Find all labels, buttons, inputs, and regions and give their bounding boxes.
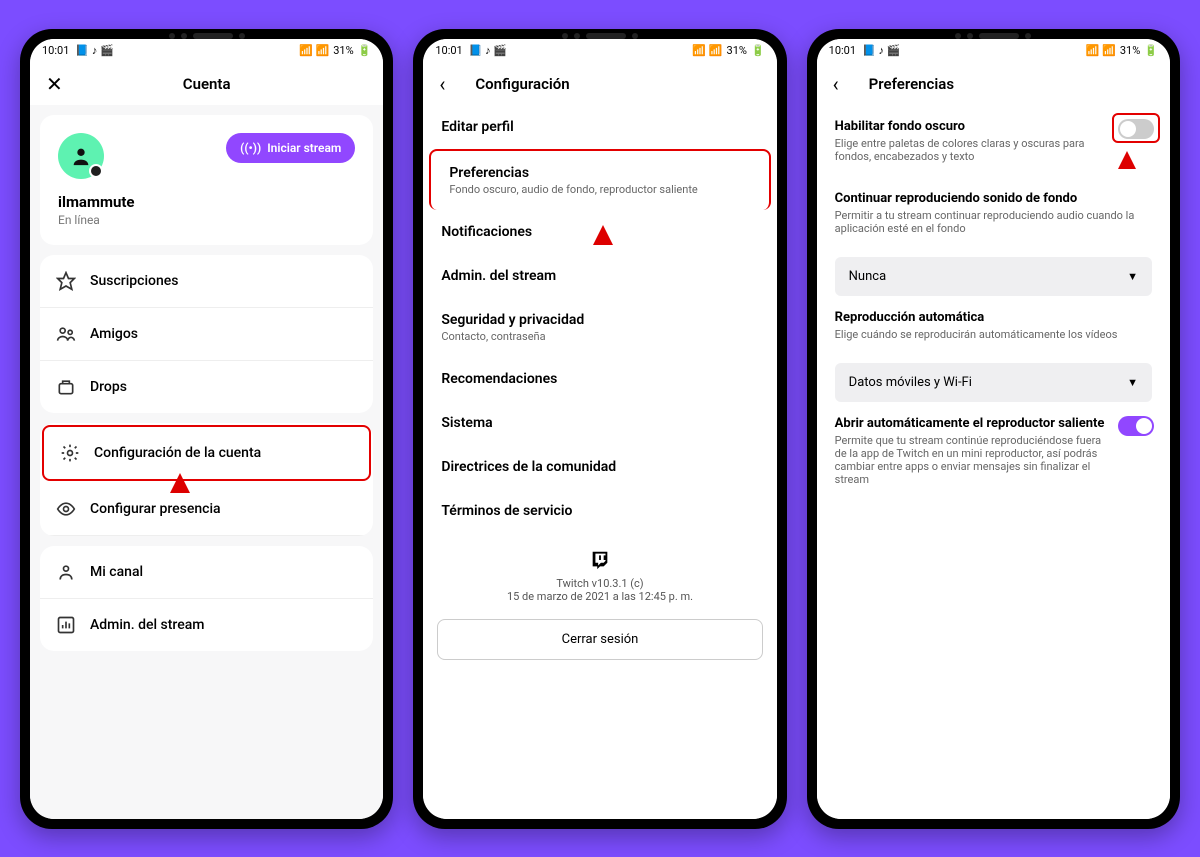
drops-icon — [56, 377, 76, 397]
page-title: Configuración — [475, 75, 569, 93]
header: ‹ Preferencias — [817, 63, 1170, 105]
statusbar: 10:01📘 ♪ 🎬 📶 📶31%🔋 — [423, 39, 776, 63]
status: En línea — [58, 213, 355, 227]
logout-button[interactable]: Cerrar sesión — [437, 619, 762, 660]
menu-group-c: Mi canal Admin. del stream — [40, 546, 373, 651]
cfg-system[interactable]: Sistema — [423, 401, 776, 445]
start-stream-button[interactable]: ((•)) Iniciar stream — [226, 133, 355, 163]
username: ilmammute — [58, 193, 355, 211]
header: ‹ Configuración — [423, 63, 776, 105]
close-icon[interactable]: ✕ — [46, 72, 63, 96]
chevron-down-icon: ▼ — [1127, 270, 1138, 283]
cfg-preferences[interactable]: Preferencias Fondo oscuro, audio de fond… — [429, 149, 770, 210]
back-icon[interactable]: ‹ — [439, 72, 445, 96]
pref-pip: Abrir automáticamente el reproductor sal… — [817, 402, 1170, 500]
page-title: Preferencias — [869, 75, 954, 93]
twitch-icon — [589, 549, 611, 571]
cfg-community-guidelines[interactable]: Directrices de la comunidad — [423, 445, 776, 489]
annotation-highlight — [1112, 113, 1160, 143]
menu-account-settings[interactable]: Configuración de la cuenta — [42, 425, 371, 481]
broadcast-icon: ((•)) — [240, 141, 261, 155]
header: ✕ Cuenta — [30, 63, 383, 105]
autoplay-select[interactable]: Datos móviles y Wi-Fi ▼ — [835, 363, 1152, 402]
person-icon — [56, 562, 76, 582]
chevron-down-icon: ▼ — [1127, 376, 1138, 389]
menu-drops[interactable]: Drops — [40, 361, 373, 413]
cfg-notifications[interactable]: Notificaciones — [423, 210, 776, 254]
avatar[interactable] — [58, 133, 104, 179]
pref-bg-audio: Continuar reproduciendo sonido de fondo … — [817, 177, 1170, 249]
profile-card: ((•)) Iniciar stream ilmammute En línea — [40, 115, 373, 245]
menu-friends[interactable]: Amigos — [40, 308, 373, 361]
footer-version: Twitch v10.3.1 (c) 15 de marzo de 2021 a… — [423, 533, 776, 619]
cfg-security[interactable]: Seguridad y privacidad Contacto, contras… — [423, 298, 776, 357]
back-icon[interactable]: ‹ — [833, 72, 839, 96]
menu-subscriptions[interactable]: Suscripciones — [40, 255, 373, 308]
page-title: Cuenta — [183, 75, 231, 93]
phone-config: 10:01📘 ♪ 🎬 📶 📶31%🔋 ‹ Configuración Edita… — [413, 29, 786, 829]
statusbar: 10:01📘 ♪ 🎬 📶 📶31%🔋 — [817, 39, 1170, 63]
phone-preferences: 10:01📘 ♪ 🎬 📶 📶31%🔋 ‹ Preferencias Habili… — [807, 29, 1180, 829]
cfg-edit-profile[interactable]: Editar perfil — [423, 105, 776, 149]
friends-icon — [56, 324, 76, 344]
menu-presence[interactable]: Configurar presencia — [40, 483, 373, 536]
cfg-tos[interactable]: Términos de servicio — [423, 489, 776, 533]
cfg-recommendations[interactable]: Recomendaciones — [423, 357, 776, 401]
cfg-stream-admin[interactable]: Admin. del stream — [423, 254, 776, 298]
star-icon — [56, 271, 76, 291]
pip-toggle[interactable] — [1118, 416, 1154, 436]
menu-group-a: Suscripciones Amigos Drops — [40, 255, 373, 413]
dashboard-icon — [56, 615, 76, 635]
pref-autoplay: Reproducción automática Elige cuándo se … — [817, 296, 1170, 355]
statusbar: 10:01📘 ♪ 🎬 📶 📶31%🔋 — [30, 39, 383, 63]
bg-audio-select[interactable]: Nunca ▼ — [835, 257, 1152, 296]
eye-icon — [56, 499, 76, 519]
menu-group-b: Configuración de la cuenta Configurar pr… — [40, 423, 373, 536]
pref-dark-mode: Habilitar fondo oscuro Elige entre palet… — [817, 105, 1170, 177]
phone-account: 10:01📘 ♪ 🎬 📶 📶31%🔋 ✕ Cuenta ((•)) Inicia… — [20, 29, 393, 829]
menu-stream-admin[interactable]: Admin. del stream — [40, 599, 373, 651]
gear-icon — [60, 443, 80, 463]
menu-my-channel[interactable]: Mi canal — [40, 546, 373, 599]
